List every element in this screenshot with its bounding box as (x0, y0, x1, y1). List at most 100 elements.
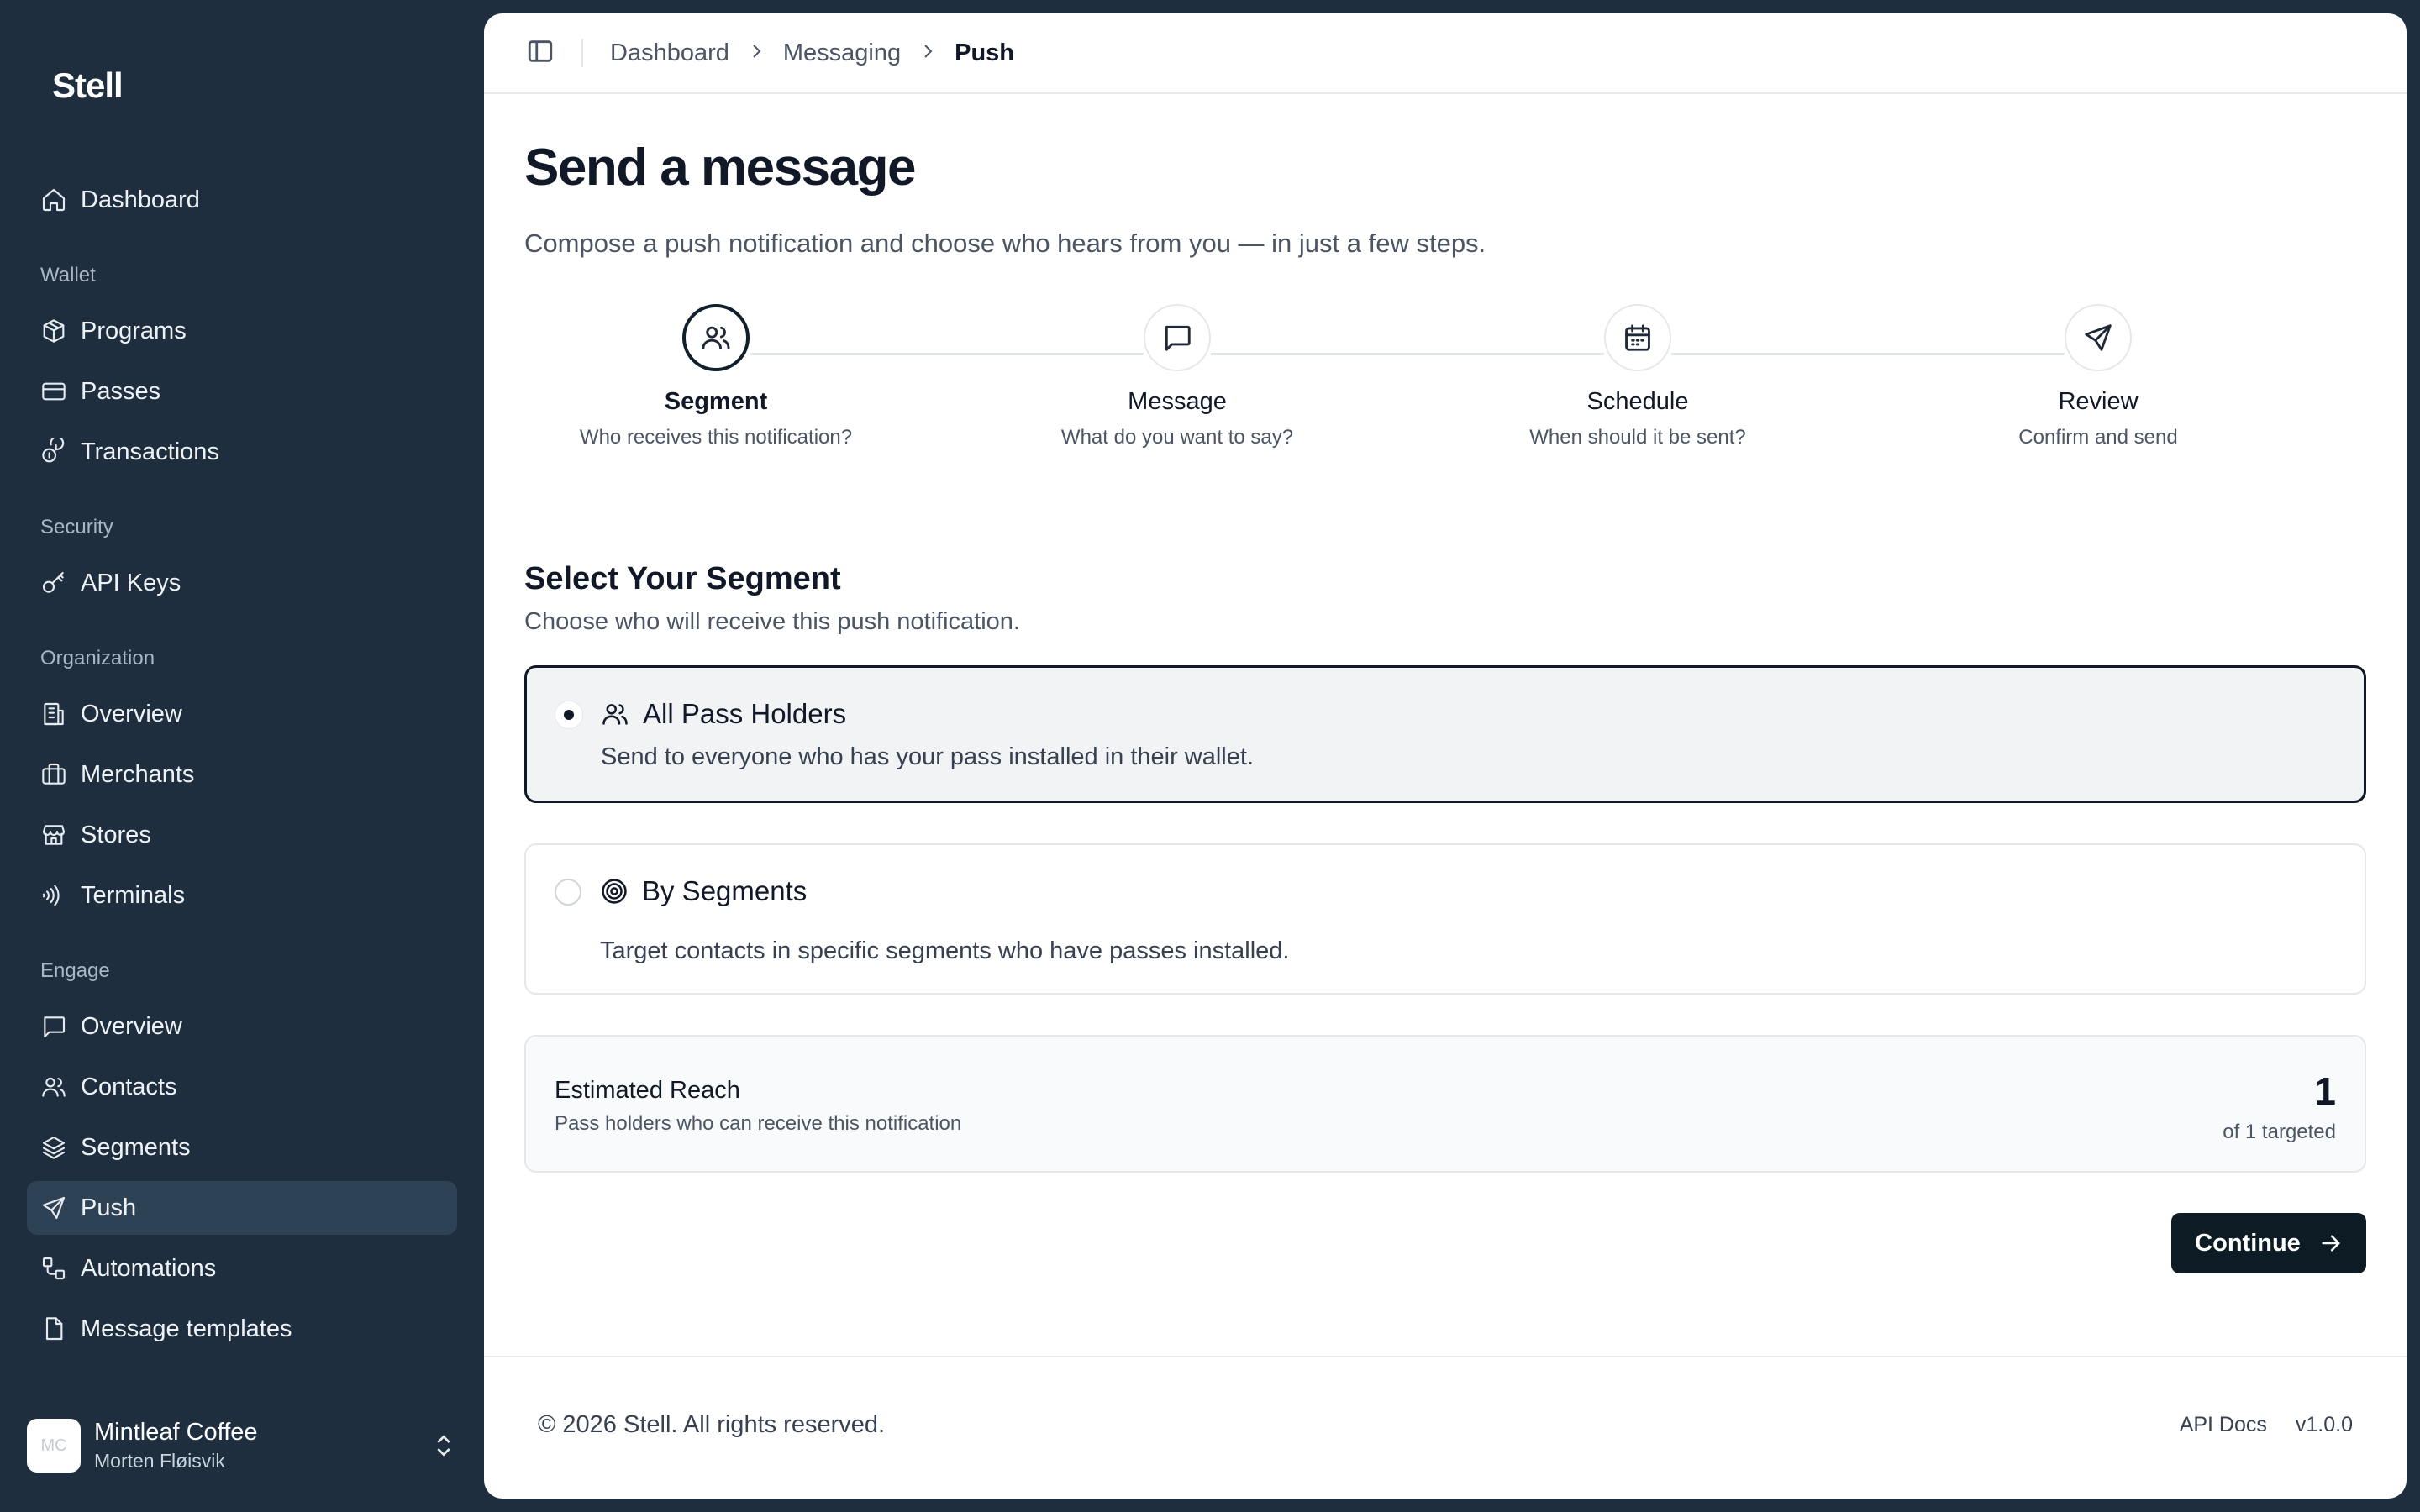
user-org-name: Mintleaf Coffee (94, 1419, 258, 1446)
sidebar-item-label: Automations (81, 1254, 217, 1282)
step-title: Segment (664, 388, 768, 415)
user-name: Morten Fløisvik (94, 1450, 225, 1472)
sidebar-group-label: Organization (40, 647, 155, 669)
reach-count: 1 (2314, 1069, 2336, 1113)
users-icon (682, 304, 750, 371)
sidebar-item-stores[interactable]: Stores (27, 808, 457, 862)
option-title: By Segments (642, 875, 808, 906)
breadcrumb-push: Push (955, 39, 1015, 66)
sidebar-item-overview[interactable]: Overview (27, 687, 457, 741)
sidebar-item-contacts[interactable]: Contacts (27, 1060, 457, 1114)
calendar-icon (1604, 304, 1671, 371)
sidebar-group-label: Wallet (40, 264, 96, 286)
footer: © 2026 Stell. All rights reserved. API D… (484, 1356, 2407, 1499)
step-title: Review (2058, 388, 2139, 415)
step-desc: Confirm and send (2018, 426, 2178, 449)
sidebar-item-passes[interactable]: Passes (27, 365, 457, 418)
home-icon (40, 186, 67, 213)
option-by-segments[interactable]: By Segments Target contacts in specific … (524, 843, 2366, 995)
sidebar-item-label: Transactions (81, 438, 219, 465)
sidebar-item-push[interactable]: Push (27, 1181, 457, 1235)
page-subtitle: Compose a push notification and choose w… (524, 228, 1486, 258)
message-icon (1144, 304, 1211, 371)
send-icon (2065, 304, 2132, 371)
step-segment[interactable]: Segment Who receives this notification? (565, 304, 867, 449)
sidebar-nav: Dashboard Wallet Programs Passes Transaction… (27, 173, 457, 1391)
box-icon (40, 318, 67, 344)
step-desc: When should it be sent? (1529, 426, 1746, 449)
sidebar-group-label: Security (40, 516, 113, 538)
sidebar-item-label: Dashboard (81, 186, 200, 213)
chevron-right-icon (746, 41, 766, 66)
sidebar-item-label: Contacts (81, 1073, 177, 1100)
sidebar-item-terminals[interactable]: Terminals (27, 869, 457, 922)
card-icon (40, 378, 67, 405)
sidebar-item-dashboard[interactable]: Dashboard (27, 173, 457, 227)
chevrons-up-down-icon[interactable] (430, 1432, 457, 1459)
reach-of-label: of 1 targeted (2223, 1121, 2336, 1143)
message-icon (40, 1013, 67, 1040)
sidebar-item-label: API Keys (81, 569, 182, 596)
api-docs-link[interactable]: API Docs (2180, 1413, 2267, 1437)
target-icon (600, 877, 629, 906)
layers-icon (40, 1134, 67, 1161)
sidebar-item-segments[interactable]: Segments (27, 1121, 457, 1174)
continue-label: Continue (2195, 1229, 2301, 1257)
sidebar-item-label: Message templates (81, 1315, 292, 1342)
sidebar-item-automations[interactable]: Automations (27, 1242, 457, 1295)
option-all-pass-holders[interactable]: All Pass Holders Send to everyone who ha… (524, 665, 2366, 803)
step-title: Schedule (1586, 388, 1689, 415)
breadcrumb-messaging[interactable]: Messaging (783, 39, 901, 67)
key-icon (40, 570, 67, 596)
store-icon (40, 822, 67, 848)
sidebar: Stell Dashboard Wallet Programs Passes Trans… (0, 0, 484, 1512)
option-title: All Pass Holders (643, 698, 847, 729)
radio-unselected[interactable] (555, 879, 581, 906)
sidebar-item-programs[interactable]: Programs (27, 304, 457, 358)
option-desc: Send to everyone who has your pass insta… (601, 743, 1254, 770)
step-review[interactable]: Review Confirm and send (1947, 304, 2249, 449)
step-desc: What do you want to say? (1060, 426, 1294, 449)
main-panel: Dashboard Messaging Push Send a message Co… (484, 13, 2407, 1499)
step-schedule[interactable]: Schedule When should it be sent? (1486, 304, 1789, 449)
sidebar-item-overview[interactable]: Overview (27, 1000, 457, 1053)
sidebar-item-label: Passes (81, 377, 161, 405)
reach-subtitle: Pass holders who can receive this notifi… (555, 1112, 962, 1135)
continue-button[interactable]: Continue (2171, 1213, 2366, 1273)
sidebar-toggle-icon[interactable] (526, 37, 555, 70)
stepper: Segment Who receives this notification? Me… (524, 304, 2366, 472)
step-message[interactable]: Message What do you want to say? (1026, 304, 1328, 449)
sidebar-item-label: Programs (81, 317, 187, 344)
topbar: Dashboard Messaging Push (484, 13, 2407, 94)
breadcrumb: Dashboard Messaging Push (610, 39, 1014, 67)
breadcrumb-dashboard[interactable]: Dashboard (610, 39, 729, 67)
sidebar-item-message-templates[interactable]: Message templates (27, 1302, 457, 1356)
sidebar-item-transactions[interactable]: Transactions (27, 425, 457, 479)
users-icon (601, 700, 629, 728)
section-subtitle: Choose who will receive this push notifi… (524, 608, 1020, 635)
sidebar-item-label: Segments (81, 1133, 191, 1161)
step-desc: Who receives this notification? (579, 426, 853, 449)
divider (581, 39, 583, 67)
file-icon (40, 1315, 67, 1342)
building-icon (40, 701, 67, 727)
sidebar-item-label: Overview (81, 1012, 182, 1040)
brand-logo[interactable]: Stell (52, 66, 124, 106)
sidebar-item-label: Push (81, 1194, 137, 1221)
sidebar-item-label: Overview (81, 700, 182, 727)
user-menu[interactable]: MC Mintleaf Coffee Morten Fløisvik (27, 1411, 457, 1480)
briefcase-icon (40, 761, 67, 788)
coins-icon (40, 438, 67, 465)
sidebar-item-api-keys[interactable]: API Keys (27, 556, 457, 610)
option-desc: Target contacts in specific segments who… (600, 937, 1290, 964)
estimated-reach-card: Estimated Reach Pass holders who can rec… (524, 1035, 2366, 1173)
page-title: Send a message (524, 139, 916, 197)
chevron-right-icon (918, 41, 938, 66)
section-title: Select Your Segment (524, 561, 841, 596)
sidebar-item-label: Merchants (81, 760, 195, 788)
sidebar-item-merchants[interactable]: Merchants (27, 748, 457, 801)
radio-selected[interactable] (555, 701, 582, 728)
sidebar-group-label: Engage (40, 959, 110, 982)
version-label: v1.0.0 (2295, 1413, 2353, 1436)
users-icon (40, 1074, 67, 1100)
